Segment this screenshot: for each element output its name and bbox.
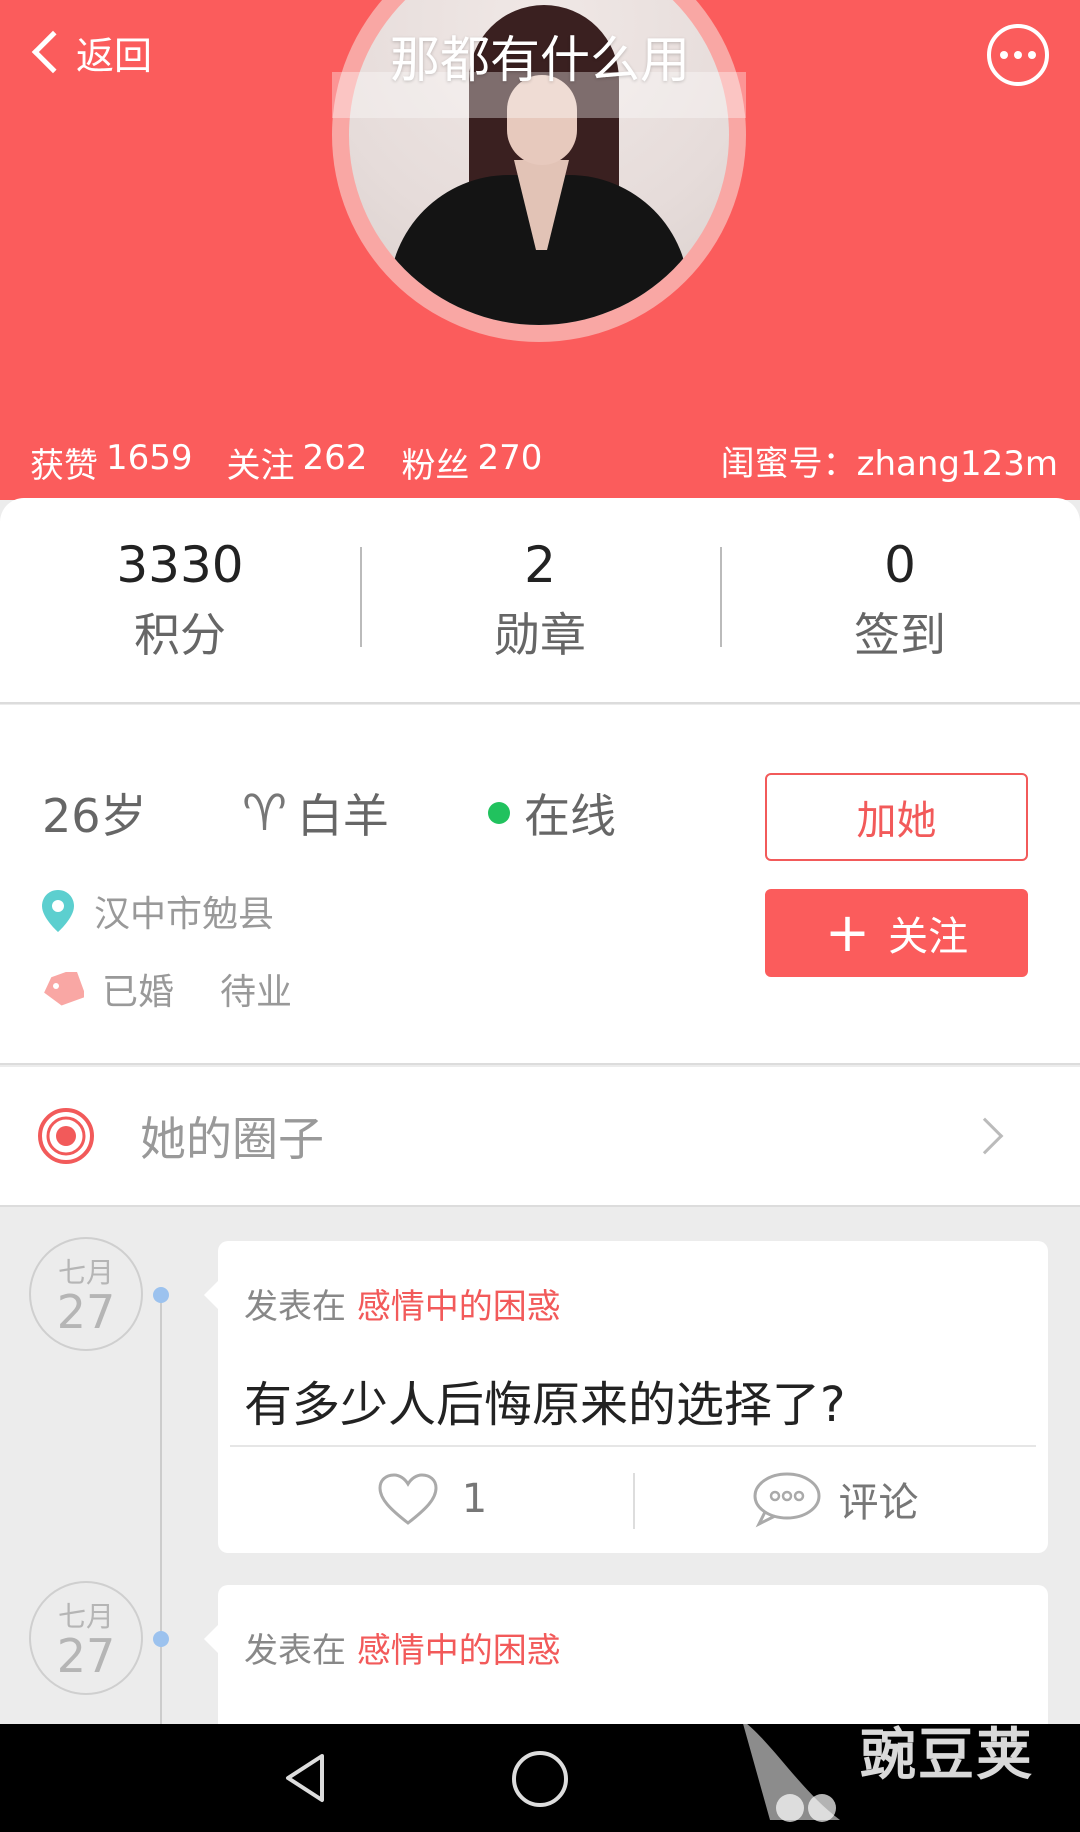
fans-count: 270 <box>477 438 543 478</box>
dot <box>1028 51 1036 59</box>
post-timeline: 七月 27 发表在 感情中的困惑 有多少人后悔原来的选择了? 1 评论 七月 2… <box>0 1209 1080 1725</box>
page-title: 那都有什么用 <box>390 31 690 89</box>
comment-button[interactable]: 评论 <box>633 1447 1036 1551</box>
profile-info: 26岁 ♈ 白羊 在线 汉中市勉县 已婚 待业 加她 + 关注 <box>0 705 1080 1065</box>
post-day: 27 <box>56 1285 116 1339</box>
zodiac: ♈ 白羊 <box>242 780 488 846</box>
likes-label: 获赞 <box>30 446 98 486</box>
follow-label: 关注 <box>888 914 969 960</box>
following-stat[interactable]: 关注 262 <box>227 438 368 487</box>
following-count: 262 <box>302 438 368 478</box>
nav-back-icon[interactable] <box>278 1750 334 1806</box>
post-card[interactable]: 发表在 感情中的困惑 有多少人后悔原来的选择了? 1 评论 <box>204 1241 1048 1553</box>
fans-stat[interactable]: 粉丝 270 <box>401 438 542 487</box>
job-status: 待业 <box>220 972 293 1013</box>
dot <box>1000 51 1008 59</box>
more-dots-icon[interactable] <box>987 24 1049 86</box>
follow-button[interactable]: + 关注 <box>765 889 1028 977</box>
plus-icon: + <box>824 901 871 964</box>
posted-in-label: 发表在 <box>244 1287 346 1327</box>
social-stats: 获赞 1659 关注 262 粉丝 270 <box>30 438 542 487</box>
chevron-right-icon <box>966 1117 1004 1155</box>
target-icon <box>38 1108 94 1164</box>
medals-cell[interactable]: 2 勋章 <box>360 533 720 667</box>
tag-icon <box>44 972 84 1006</box>
location-pin-icon <box>42 890 74 932</box>
marital-status: 已婚 <box>102 972 175 1013</box>
profile-header: 返回 那都有什么用 获赞 1659 关注 262 粉丝 270 闺蜜号：zhan… <box>0 0 1080 500</box>
fans-label: 粉丝 <box>401 446 470 486</box>
her-circle-row[interactable]: 她的圈子 <box>0 1067 1080 1207</box>
post-day: 27 <box>56 1629 116 1683</box>
age: 26岁 <box>42 789 147 843</box>
points-cell[interactable]: 3330 积分 <box>0 533 360 667</box>
post-date: 七月 27 <box>29 1581 143 1695</box>
post-circle-link[interactable]: 感情中的困惑 <box>357 1631 561 1671</box>
post-actions: 1 评论 <box>230 1445 1036 1551</box>
checkin-label: 签到 <box>854 608 946 662</box>
zodiac-label: 白羊 <box>296 789 389 843</box>
post-circle-link[interactable]: 感情中的困惑 <box>357 1287 561 1327</box>
add-her-button[interactable]: 加她 <box>765 773 1028 861</box>
dot <box>1014 51 1022 59</box>
her-circle-label: 她的圈子 <box>140 1112 324 1166</box>
location-text: 汉中市勉县 <box>94 894 275 935</box>
post-title[interactable]: 有多少人后悔原来的选择了? <box>244 1365 845 1435</box>
likes-count: 1659 <box>106 438 193 478</box>
location-row: 汉中市勉县 <box>40 885 274 937</box>
comment-label: 评论 <box>838 1480 919 1526</box>
comment-bubble-icon <box>753 1472 820 1528</box>
online-status: 在线 <box>488 780 616 846</box>
aries-icon: ♈ <box>242 784 287 842</box>
summary-card: 3330 积分 2 勋章 0 签到 <box>0 498 1080 704</box>
checkin-value: 0 <box>884 536 916 594</box>
post-date: 七月 27 <box>29 1237 143 1351</box>
following-label: 关注 <box>226 446 295 486</box>
likes-stat[interactable]: 获赞 1659 <box>30 438 193 487</box>
post-title[interactable]: 不许下喜! <box>244 1709 455 1725</box>
status-label: 在线 <box>524 789 616 843</box>
timeline-line <box>160 1289 162 1725</box>
medals-label: 勋章 <box>494 608 586 662</box>
points-value: 3330 <box>116 536 244 594</box>
watermark-text: 豌豆荚 <box>860 1723 1034 1788</box>
tags-row: 已婚 待业 <box>42 963 292 1015</box>
like-count: 1 <box>461 1476 488 1522</box>
checkin-cell[interactable]: 0 签到 <box>720 533 1080 667</box>
timeline-dot <box>153 1287 169 1303</box>
heart-icon <box>378 1473 438 1525</box>
timeline-dot <box>153 1631 169 1647</box>
user-id: 闺蜜号：zhang123m <box>720 444 1058 484</box>
posted-in-label: 发表在 <box>244 1631 346 1671</box>
nav-home-icon[interactable] <box>512 1751 568 1807</box>
points-label: 积分 <box>134 608 226 662</box>
medals-value: 2 <box>524 536 556 594</box>
basic-info-row: 26岁 ♈ 白羊 在线 <box>42 780 616 846</box>
post-meta: 发表在 感情中的困惑 <box>244 1623 561 1672</box>
like-button[interactable]: 1 <box>230 1447 633 1551</box>
online-dot-icon <box>488 802 510 824</box>
post-meta: 发表在 感情中的困惑 <box>244 1279 561 1328</box>
